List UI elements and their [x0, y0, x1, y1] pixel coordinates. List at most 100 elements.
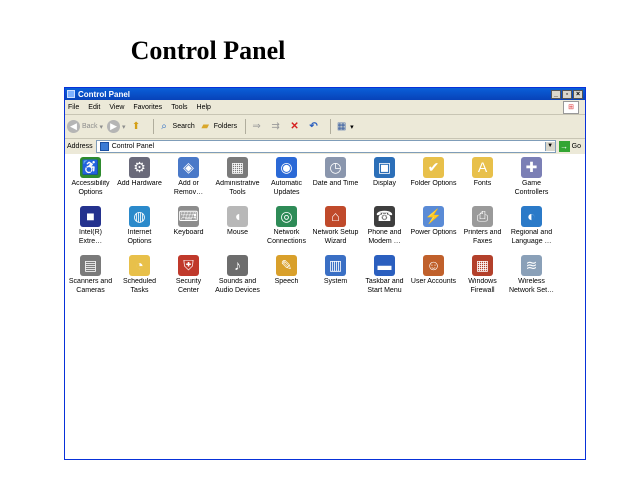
item-label: System	[323, 278, 348, 285]
internet-options-icon: ◍	[129, 206, 150, 227]
control-panel-item[interactable]: ⚡ Power Options	[409, 203, 458, 252]
game-controllers-icon: ✚	[521, 157, 542, 178]
keyboard-icon: ⌨	[178, 206, 199, 227]
undo-button[interactable]: ↶	[307, 120, 322, 133]
menu-tools[interactable]: Tools	[171, 104, 187, 111]
folders-label: Folders	[213, 123, 238, 130]
accessibility-icon: ♿	[80, 157, 101, 178]
control-panel-item[interactable]: ⎙ Printers and Faxes	[458, 203, 507, 252]
security-center-icon: ⛨	[178, 255, 199, 276]
phone-modem-icon: ☎	[374, 206, 395, 227]
address-value: Control Panel	[111, 143, 155, 150]
item-label: Scheduled Tasks	[122, 278, 157, 294]
up-folder-button[interactable]: ⬆	[130, 120, 145, 133]
control-panel-item[interactable]: ◷ Date and Time	[311, 154, 360, 203]
back-button[interactable]: ◀ Back ▾	[67, 120, 103, 133]
back-dropdown-icon[interactable]: ▾	[98, 123, 104, 131]
menu-view[interactable]: View	[109, 104, 124, 111]
control-panel-icon	[67, 90, 75, 98]
address-label: Address	[67, 143, 93, 150]
control-panel-item[interactable]: ▤ Scanners and Cameras	[66, 252, 115, 301]
control-panel-item[interactable]: ⚙ Add Hardware	[115, 154, 164, 203]
go-button[interactable]: → Go	[558, 141, 581, 152]
control-panel-item[interactable]: ≋ Wireless Network Set…	[507, 252, 556, 301]
copy-to-button[interactable]: ⇉	[269, 120, 284, 133]
menu-favorites[interactable]: Favorites	[133, 104, 162, 111]
control-panel-item[interactable]: ☺ User Accounts	[409, 252, 458, 301]
item-label: Accessibility Options	[71, 180, 110, 196]
forward-dropdown-icon[interactable]: ▾	[122, 123, 126, 131]
control-panel-item[interactable]: ◈ Add or Remov…	[164, 154, 213, 203]
menu-bar: File Edit View Favorites Tools Help ⊞	[65, 100, 585, 115]
close-button[interactable]: ×	[573, 89, 583, 99]
maximize-button[interactable]: ▫	[562, 89, 572, 99]
scanners-cameras-icon: ▤	[80, 255, 101, 276]
control-panel-item[interactable]: ✔ Folder Options	[409, 154, 458, 203]
item-label: Add or Remov…	[173, 180, 204, 196]
item-label: Administrative Tools	[215, 180, 260, 196]
search-icon: ⌕	[161, 121, 167, 132]
scheduled-tasks-icon: ◔	[129, 255, 150, 276]
power-options-icon: ⚡	[423, 206, 444, 227]
control-panel-item[interactable]: ▦ Administrative Tools	[213, 154, 262, 203]
control-panel-item[interactable]: ◎ Network Connections	[262, 203, 311, 252]
delete-button[interactable]: ✕	[288, 120, 303, 133]
address-dropdown-icon[interactable]: ▼	[544, 142, 555, 151]
search-button[interactable]: ⌕ Search	[158, 120, 195, 133]
copy-to-icon: ⇉	[271, 121, 280, 132]
item-label: Add Hardware	[117, 180, 162, 187]
wireless-network-icon: ≋	[521, 255, 542, 276]
item-label: Automatic Updates	[270, 180, 303, 196]
slide-title: Control Panel	[130, 36, 286, 65]
control-panel-item[interactable]: ▣ Display	[360, 154, 409, 203]
control-panel-item[interactable]: ☎ Phone and Modem …	[360, 203, 409, 252]
automatic-updates-icon: ◉	[276, 157, 297, 178]
control-panel-item[interactable]: ◉ Automatic Updates	[262, 154, 311, 203]
control-panel-item[interactable]: ⌂ Network Setup Wizard	[311, 203, 360, 252]
control-panel-item[interactable]: ✚ Game Controllers	[507, 154, 556, 203]
control-panel-item[interactable]: ▬ Taskbar and Start Menu	[360, 252, 409, 301]
item-label: Taskbar and Start Menu	[365, 278, 404, 294]
item-label: Game Controllers	[514, 180, 549, 196]
item-label: Keyboard	[173, 229, 204, 236]
control-panel-item[interactable]: ◐ Regional and Language …	[507, 203, 556, 252]
title-bar[interactable]: Control Panel _ ▫ ×	[65, 88, 585, 100]
control-panel-item[interactable]: ♪ Sounds and Audio Devices	[213, 252, 262, 301]
item-label: Phone and Modem …	[367, 229, 402, 245]
printers-faxes-icon: ⎙	[472, 206, 493, 227]
minimize-button[interactable]: _	[551, 89, 561, 99]
up-folder-icon: ⬆	[131, 121, 141, 132]
views-button[interactable]: ▦ ▾	[335, 120, 354, 133]
control-panel-item[interactable]: ◔ Scheduled Tasks	[115, 252, 164, 301]
item-label: Date and Time	[312, 180, 359, 187]
control-panel-item[interactable]: ⛨ Security Center	[164, 252, 213, 301]
folders-icon: ▰	[201, 121, 210, 132]
control-panel-item[interactable]: A Fonts	[458, 154, 507, 203]
taskbar-start-menu-icon: ▬	[374, 255, 395, 276]
item-label: Speech	[274, 278, 299, 285]
control-panel-item[interactable]: ⌨ Keyboard	[164, 203, 213, 252]
windows-firewall-icon: ▦	[472, 255, 493, 276]
folders-button[interactable]: ▰ Folders	[199, 120, 237, 133]
control-panel-item[interactable]: ◖ Mouse	[213, 203, 262, 252]
undo-icon: ↶	[309, 121, 318, 132]
control-panel-item[interactable]: ✎ Speech	[262, 252, 311, 301]
menu-help[interactable]: Help	[197, 104, 211, 111]
item-label: User Accounts	[410, 278, 457, 285]
move-to-icon: ⇒	[252, 121, 261, 132]
forward-button[interactable]: ▶ ▾	[107, 120, 126, 133]
views-dropdown-icon[interactable]: ▾	[350, 123, 354, 131]
window-title: Control Panel	[78, 89, 131, 99]
network-setup-wizard-icon: ⌂	[325, 206, 346, 227]
move-to-button[interactable]: ⇒	[250, 120, 265, 133]
control-panel-item[interactable]: ♿ Accessibility Options	[66, 154, 115, 203]
control-panel-item[interactable]: ▦ Windows Firewall	[458, 252, 507, 301]
control-panel-item[interactable]: ■ Intel(R) Extre…	[66, 203, 115, 252]
address-bar: Address Control Panel ▼ → Go	[65, 139, 585, 155]
menu-file[interactable]: File	[68, 104, 79, 111]
address-field[interactable]: Control Panel ▼	[95, 140, 556, 153]
control-panel-item[interactable]: ▥ System	[311, 252, 360, 301]
toolbar: ◀ Back ▾ ▶ ▾ ⬆ ⌕ Search ▰ Folders ⇒ ⇉ ✕	[65, 115, 585, 139]
menu-edit[interactable]: Edit	[88, 104, 100, 111]
control-panel-item[interactable]: ◍ Internet Options	[115, 203, 164, 252]
